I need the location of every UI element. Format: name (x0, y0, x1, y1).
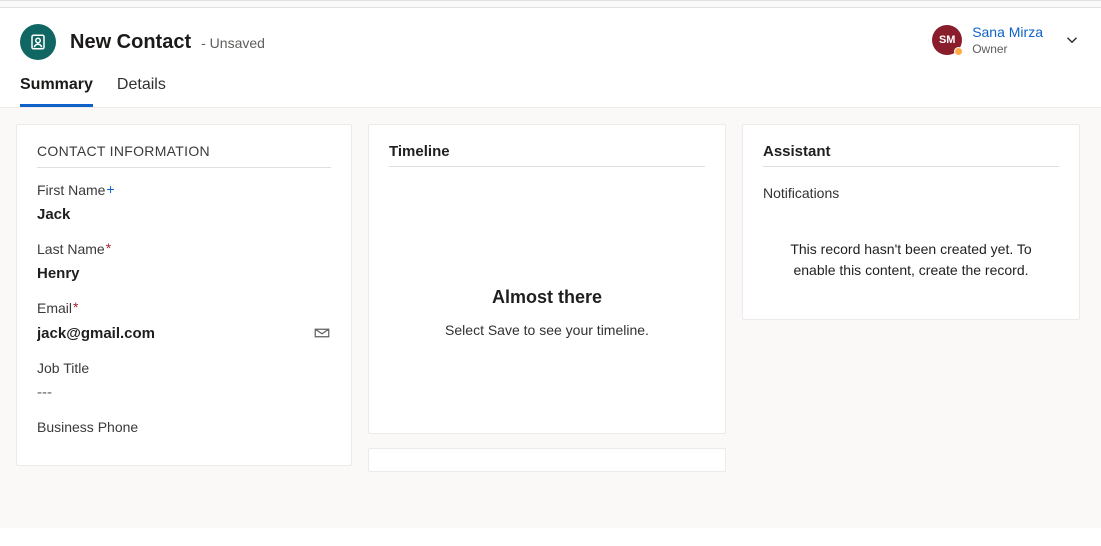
first-name-input[interactable] (37, 206, 331, 223)
job-title-input[interactable] (37, 384, 331, 401)
envelope-icon[interactable] (313, 324, 331, 342)
email-input[interactable] (37, 325, 313, 342)
tabs: Summary Details (0, 68, 1101, 108)
tab-details[interactable]: Details (117, 68, 166, 107)
owner-name: Sana Mirza (972, 24, 1043, 42)
last-name-label: Last Name* (37, 241, 331, 257)
field-email: Email* (37, 300, 331, 348)
required-indicator: * (106, 241, 111, 255)
avatar-initials: SM (939, 34, 956, 46)
record-not-created-message: This record hasn't been created yet. To … (763, 239, 1059, 281)
page-title: New Contact (70, 31, 191, 54)
contact-info-title: CONTACT INFORMATION (37, 143, 331, 168)
email-label: Email* (37, 300, 331, 316)
content-area: CONTACT INFORMATION First Name+ Last Nam… (0, 108, 1101, 528)
notifications-label: Notifications (763, 185, 1059, 201)
field-last-name: Last Name* (37, 241, 331, 288)
middle-column: Timeline Almost there Select Save to see… (368, 124, 726, 472)
timeline-subtext: Select Save to see your timeline. (445, 322, 649, 338)
header-left: New Contact - Unsaved (20, 24, 265, 60)
contact-entity-icon (20, 24, 56, 60)
timeline-panel: Timeline Almost there Select Save to see… (368, 124, 726, 434)
page-header: New Contact - Unsaved SM Sana Mirza Owne… (0, 8, 1101, 68)
owner-block[interactable]: Sana Mirza Owner (972, 24, 1043, 57)
first-name-label: First Name+ (37, 182, 331, 198)
tab-summary[interactable]: Summary (20, 68, 93, 107)
timeline-empty-panel (368, 448, 726, 472)
owner-role-label: Owner (972, 42, 1043, 57)
contact-information-panel: CONTACT INFORMATION First Name+ Last Nam… (16, 124, 352, 466)
unsaved-indicator: - Unsaved (201, 35, 265, 51)
recommended-indicator: + (106, 182, 114, 196)
timeline-heading: Almost there (492, 287, 602, 308)
header-right: SM Sana Mirza Owner (932, 24, 1081, 57)
required-indicator: * (73, 300, 78, 314)
assistant-panel: Assistant Notifications This record hasn… (742, 124, 1080, 320)
field-job-title: Job Title (37, 360, 331, 407)
assistant-title: Assistant (763, 143, 1059, 167)
last-name-input[interactable] (37, 265, 331, 282)
window-top-border (0, 0, 1101, 8)
field-first-name: First Name+ (37, 182, 331, 229)
job-title-label: Job Title (37, 360, 331, 376)
title-block: New Contact - Unsaved (70, 31, 265, 54)
timeline-title: Timeline (389, 143, 705, 167)
presence-indicator (954, 47, 963, 56)
chevron-down-icon[interactable] (1063, 31, 1081, 49)
field-business-phone: Business Phone (37, 419, 331, 435)
timeline-body: Almost there Select Save to see your tim… (389, 167, 705, 378)
owner-avatar[interactable]: SM (932, 25, 962, 55)
business-phone-label: Business Phone (37, 419, 331, 435)
